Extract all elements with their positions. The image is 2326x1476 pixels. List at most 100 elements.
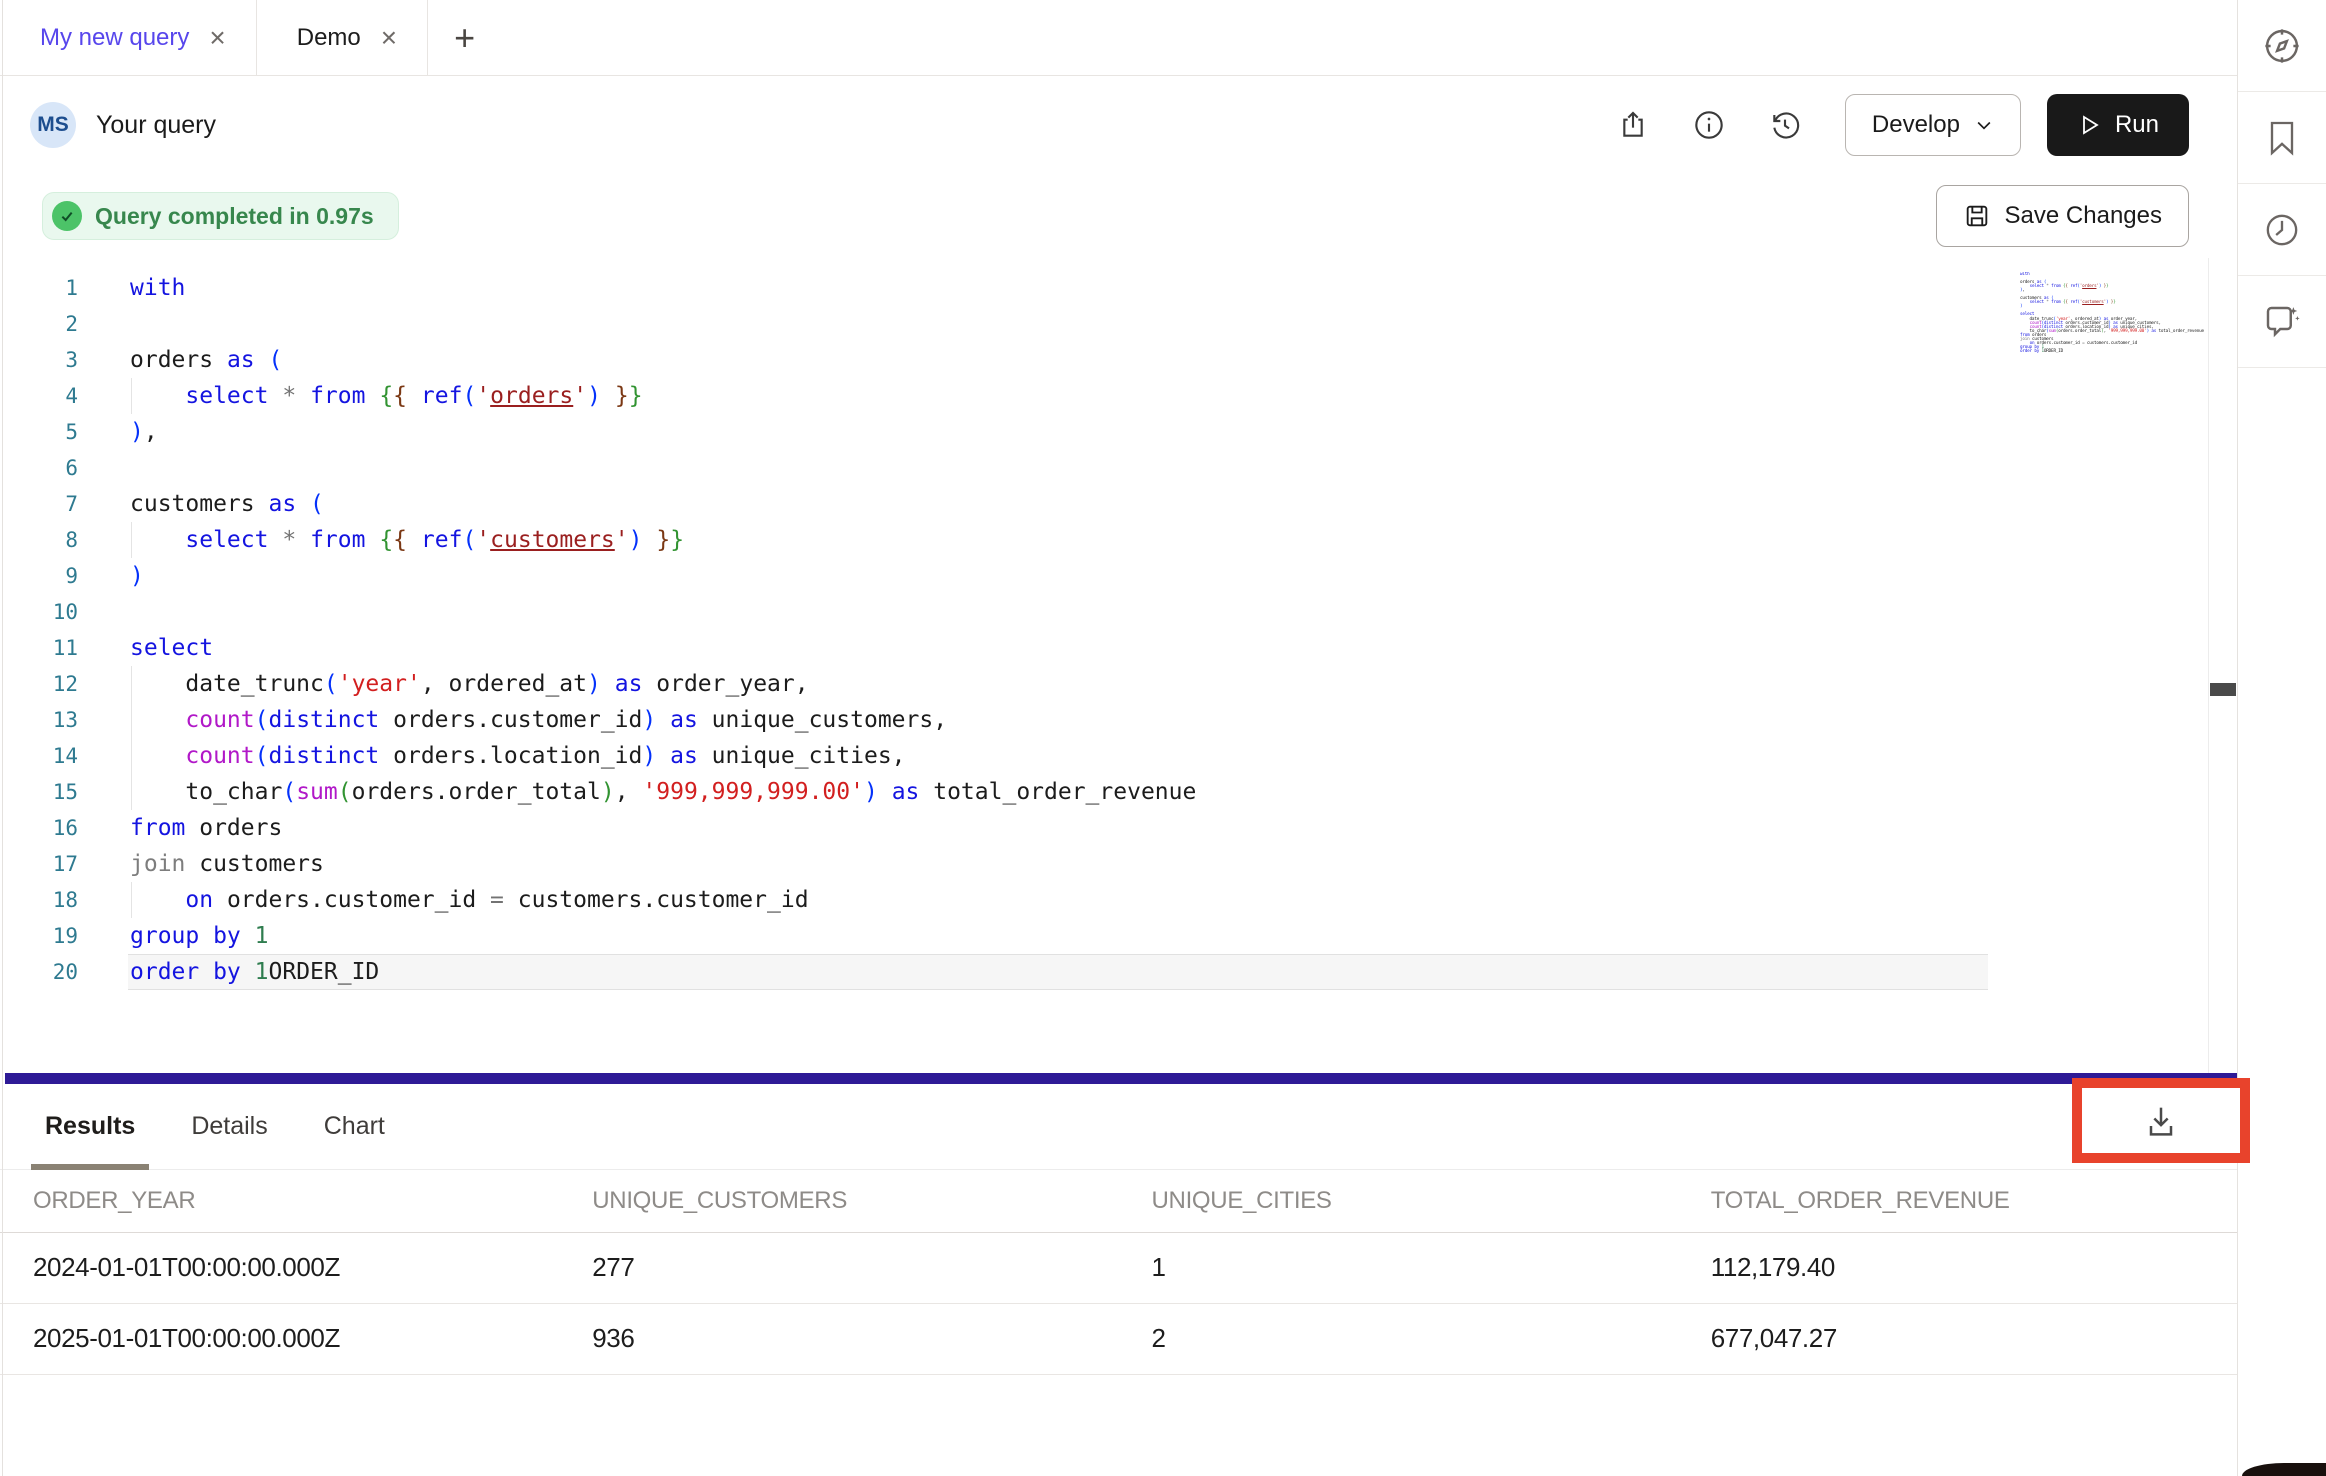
develop-dropdown[interactable]: Develop: [1845, 94, 2021, 156]
line-number: 20: [0, 960, 78, 984]
download-icon: [2141, 1101, 2181, 1141]
query-tab-bar: My new query × Demo × +: [0, 0, 2237, 76]
table-cell: 277: [559, 1232, 1118, 1303]
line-number: 18: [0, 888, 78, 912]
column-header: ORDER_YEAR: [0, 1170, 559, 1232]
code-line: 20order by 1ORDER_ID: [0, 954, 2208, 990]
line-number: 10: [0, 600, 78, 624]
play-icon: [2077, 113, 2101, 137]
line-number: 2: [0, 312, 78, 336]
results-tab-bar: Results Details Chart: [0, 1084, 2237, 1170]
line-number: 7: [0, 492, 78, 516]
code-line: 9): [0, 558, 2208, 594]
code-line: 15 to_char(sum(orders.order_total), '999…: [0, 774, 2208, 810]
code-line: 12 date_trunc('year', ordered_at) as ord…: [0, 666, 2208, 702]
editor-minimap[interactable]: withorders as ( select * from {{ ref('or…: [2012, 272, 2204, 422]
code-lines: 1with 2 3orders as (4 select * from {{ ref…: [0, 270, 2208, 990]
code-line: 6: [0, 450, 2208, 486]
code-line: 3orders as (: [0, 342, 2208, 378]
query-header: MS Your query: [0, 76, 2237, 174]
code-line: 16from orders: [0, 810, 2208, 846]
line-number: 12: [0, 672, 78, 696]
table-cell: 1: [1119, 1232, 1678, 1303]
chat-sparkles-icon: [2261, 301, 2303, 343]
tabs-holder: My new query × Demo ×: [0, 0, 428, 75]
table-cell: 2024-01-01T00:00:00.000Z: [0, 1232, 559, 1303]
tab-label: Demo: [297, 24, 361, 52]
code-line: 4 select * from {{ ref('orders') }}: [0, 378, 2208, 414]
info-icon[interactable]: [1693, 109, 1725, 141]
results-panel: Results Details Chart ORDER_YEARUNIQUE_CUS…: [0, 1084, 2237, 1476]
line-number: 4: [0, 384, 78, 408]
clock-icon: [2262, 210, 2302, 250]
save-changes-button[interactable]: Save Changes: [1936, 185, 2189, 247]
new-tab-button[interactable]: +: [428, 0, 501, 75]
main-column: My new query × Demo × + MS Your query: [0, 0, 2237, 1476]
sidebar-item-history[interactable]: [2238, 184, 2326, 276]
column-header: UNIQUE_CUSTOMERS: [559, 1170, 1118, 1232]
editor-scrollbar: [2208, 258, 2237, 1073]
app-window: My new query × Demo × + MS Your query: [0, 0, 2326, 1476]
table-cell: 2025-01-01T00:00:00.000Z: [0, 1303, 559, 1374]
results-tab-details[interactable]: Details: [191, 1084, 267, 1169]
floppy-icon: [1963, 202, 1991, 230]
table-row: 2025-01-01T00:00:00.000Z9362677,047.27: [0, 1303, 2237, 1374]
tab-label: My new query: [40, 24, 189, 52]
history-icon[interactable]: [1769, 109, 1801, 141]
right-sidebar-rail: [2237, 0, 2326, 1476]
code-line: 5),: [0, 414, 2208, 450]
table-header-row: ORDER_YEARUNIQUE_CUSTOMERSUNIQUE_CITIEST…: [0, 1170, 2237, 1232]
line-number: 1: [0, 276, 78, 300]
table-cell: 936: [559, 1303, 1118, 1374]
line-number: 19: [0, 924, 78, 948]
column-header: TOTAL_ORDER_REVENUE: [1678, 1170, 2237, 1232]
line-number: 8: [0, 528, 78, 552]
code-line: 1with: [0, 270, 2208, 306]
run-button[interactable]: Run: [2047, 94, 2189, 156]
download-button[interactable]: [2141, 1101, 2181, 1141]
column-header: UNIQUE_CITIES: [1119, 1170, 1678, 1232]
bookmark-icon: [2262, 118, 2302, 158]
line-number: 11: [0, 636, 78, 660]
query-tab[interactable]: My new query ×: [0, 0, 257, 75]
code-line: 2: [0, 306, 2208, 342]
share-icon[interactable]: [1617, 109, 1649, 141]
avatar: MS: [30, 102, 76, 148]
line-number: 15: [0, 780, 78, 804]
results-tab-chart[interactable]: Chart: [324, 1084, 385, 1169]
develop-label: Develop: [1872, 111, 1960, 139]
code-line: 18 on orders.customer_id = customers.cus…: [0, 882, 2208, 918]
code-line: order by 1ORDER_ID: [2012, 350, 2204, 354]
status-row: Query completed in 0.97s Save Changes: [0, 174, 2237, 258]
check-icon: [52, 201, 82, 231]
results-table: ORDER_YEARUNIQUE_CUSTOMERSUNIQUE_CITIEST…: [0, 1170, 2237, 1375]
query-tab[interactable]: Demo ×: [257, 0, 428, 75]
save-changes-label: Save Changes: [2005, 202, 2162, 230]
code-line: 7customers as (: [0, 486, 2208, 522]
line-number: 14: [0, 744, 78, 768]
sidebar-item-explore[interactable]: [2238, 0, 2326, 92]
scrollbar-thumb[interactable]: [2210, 683, 2236, 696]
code-line: 13 count(distinct orders.customer_id) as…: [0, 702, 2208, 738]
close-icon[interactable]: ×: [209, 24, 225, 52]
sql-code-editor[interactable]: 1with 2 3orders as (4 select * from {{ ref…: [0, 258, 2208, 1073]
line-number: 5: [0, 420, 78, 444]
annotation-highlight: [2072, 1078, 2250, 1163]
close-icon[interactable]: ×: [381, 24, 397, 52]
table-cell: 677,047.27: [1678, 1303, 2237, 1374]
sidebar-item-bookmarks[interactable]: [2238, 92, 2326, 184]
page-title: Your query: [96, 111, 216, 140]
status-message: Query completed in 0.97s: [95, 203, 374, 230]
panel-resize-divider[interactable]: [5, 1073, 2237, 1084]
results-tab-results[interactable]: Results: [45, 1084, 135, 1169]
line-number: 13: [0, 708, 78, 732]
table-cell: 2: [1119, 1303, 1678, 1374]
line-number: 3: [0, 348, 78, 372]
line-number: 9: [0, 564, 78, 588]
table-row: 2024-01-01T00:00:00.000Z2771112,179.40: [0, 1232, 2237, 1303]
table-cell: 112,179.40: [1678, 1232, 2237, 1303]
code-line: 19group by 1: [0, 918, 2208, 954]
sidebar-item-assistant[interactable]: [2238, 276, 2326, 368]
line-number: 6: [0, 456, 78, 480]
code-line: 11select: [0, 630, 2208, 666]
